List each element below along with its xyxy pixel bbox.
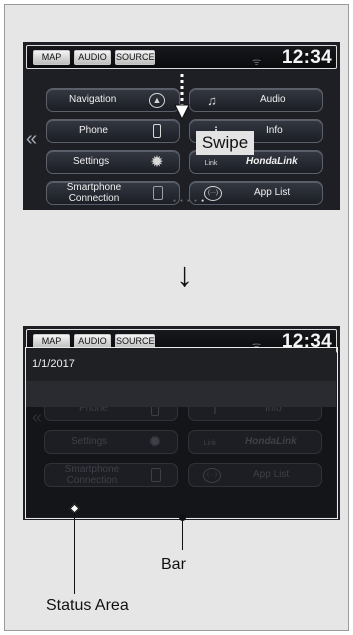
signal-icon: ᯤ bbox=[252, 57, 262, 68]
tile-settings: Settings ✹ bbox=[44, 430, 178, 454]
source-button[interactable]: SOURCE bbox=[115, 50, 155, 65]
status-date: 1/1/2017 bbox=[32, 358, 75, 370]
tile-label: Phone bbox=[79, 125, 108, 136]
tile-info: i Info bbox=[188, 407, 322, 421]
swipe-down-arrow bbox=[174, 74, 190, 121]
audio-button[interactable]: AUDIO bbox=[74, 50, 111, 65]
tile-settings[interactable]: Settings ✹ bbox=[46, 150, 180, 174]
tile-label: Settings bbox=[73, 156, 110, 167]
link-icon: Link bbox=[204, 160, 218, 167]
status-area-callout-label: Status Area bbox=[46, 597, 129, 614]
dimmed-home-tiles: « Phone i Info Settings ✹ Link HondaLink… bbox=[26, 407, 336, 517]
map-button[interactable]: MAP bbox=[33, 50, 70, 65]
tile-smartphone-connection: Smartphone Connection bbox=[44, 463, 178, 487]
tile-label: Smartphone Connection bbox=[66, 182, 122, 204]
bar-leader-line bbox=[182, 520, 183, 550]
swipe-label: Swipe bbox=[196, 131, 254, 155]
status-area-panel: 1/1/2017 « Phone i Info Settings ✹ Link … bbox=[25, 347, 338, 519]
tile-label: App List bbox=[253, 469, 290, 480]
tile-label: Info bbox=[265, 407, 282, 414]
status-area: 1/1/2017 bbox=[26, 348, 336, 381]
tile-label: HondaLink bbox=[245, 436, 297, 447]
bar-callout-label: Bar bbox=[161, 556, 186, 573]
left-arrow-icon[interactable]: « bbox=[26, 128, 37, 151]
tile-label: Phone bbox=[79, 407, 108, 414]
gear-icon: ✹ bbox=[150, 154, 164, 171]
left-arrow-icon: « bbox=[32, 407, 43, 427]
top-bar: MAP AUDIO SOURCE ᯤ 12:34 bbox=[26, 45, 337, 69]
app-list-icon: (···) bbox=[203, 468, 221, 483]
tile-label: Info bbox=[266, 125, 283, 136]
tile-app-list: (···) App List bbox=[188, 463, 322, 487]
status-area-leader-line bbox=[74, 512, 75, 594]
clock: 12:34 bbox=[281, 47, 332, 68]
tile-smartphone-connection[interactable]: Smartphone Connection bbox=[46, 181, 180, 205]
status-area-body bbox=[26, 381, 336, 407]
tile-label: Smartphone Connection bbox=[64, 464, 120, 486]
tile-app-list[interactable]: (···) App List bbox=[189, 181, 323, 205]
page-indicator: ●●●●● bbox=[173, 198, 209, 204]
down-arrow-icon: ↓ bbox=[176, 256, 193, 294]
gear-icon: ✹ bbox=[148, 434, 162, 451]
tile-navigation[interactable]: Navigation ▲ bbox=[46, 88, 180, 112]
phone-icon bbox=[151, 407, 159, 416]
link-icon: Link bbox=[203, 440, 217, 447]
tile-label: Settings bbox=[71, 436, 108, 447]
tile-phone: Phone bbox=[44, 407, 178, 421]
phone-icon bbox=[153, 124, 161, 138]
info-icon: i bbox=[213, 407, 217, 417]
music-note-icon: ♫ bbox=[207, 93, 217, 108]
tile-label: Navigation bbox=[69, 94, 117, 105]
compass-icon: ▲ bbox=[149, 93, 165, 108]
tile-audio[interactable]: ♫ Audio bbox=[189, 88, 323, 112]
tile-phone[interactable]: Phone bbox=[46, 119, 180, 143]
smartphone-icon bbox=[151, 468, 161, 482]
tile-label: Audio bbox=[260, 94, 286, 105]
tile-label: App List bbox=[254, 187, 291, 198]
smartphone-icon bbox=[153, 186, 163, 200]
tile-hondalink: Link HondaLink bbox=[188, 430, 322, 454]
home-screen: MAP AUDIO SOURCE ᯤ 12:34 « Navigation ▲ … bbox=[23, 42, 340, 210]
